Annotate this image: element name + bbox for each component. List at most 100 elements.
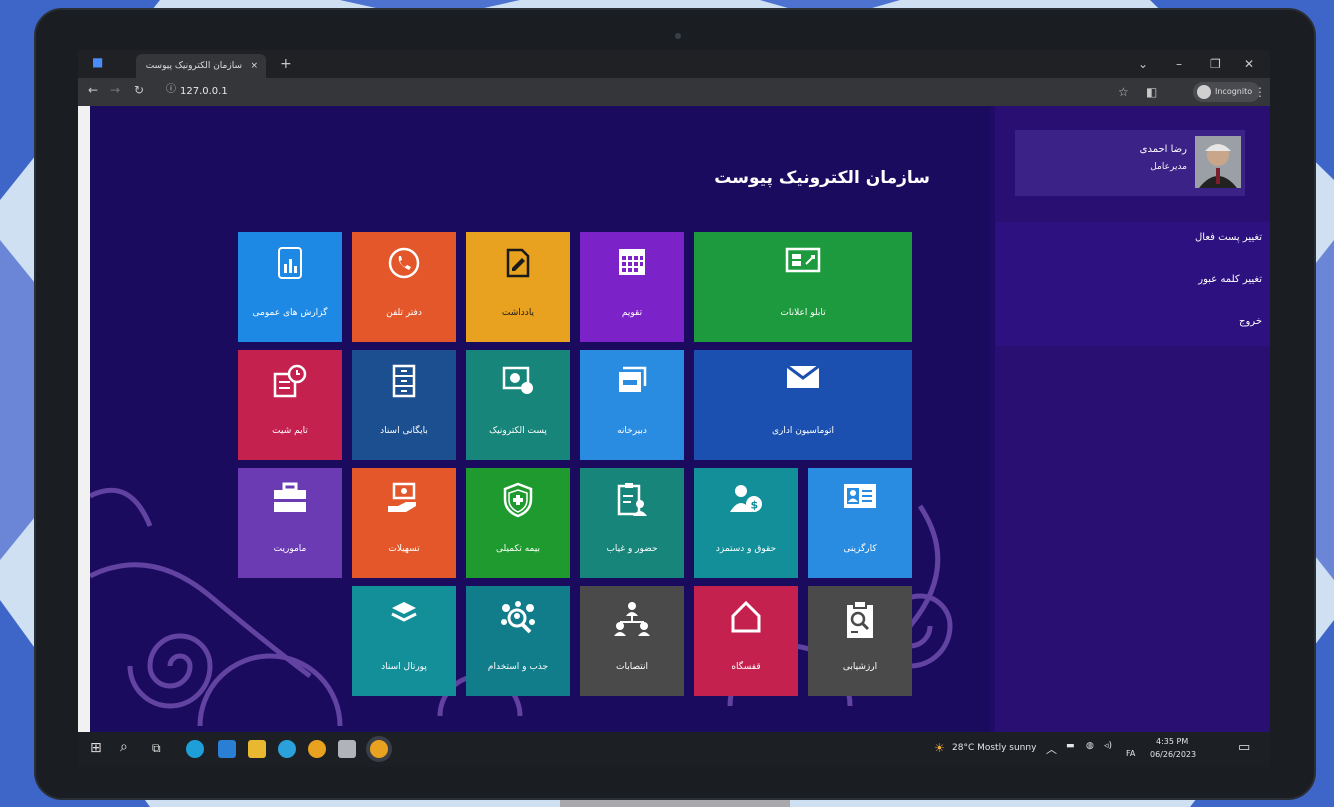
- tile-board[interactable]: تابلو اعلانات: [694, 232, 912, 342]
- phone-icon: [352, 246, 456, 280]
- task-view-icon[interactable]: ⧉: [152, 741, 161, 756]
- note-icon: [466, 246, 570, 280]
- tile-label: کارگزینی: [843, 544, 877, 554]
- notification-icon[interactable]: ▭: [1238, 740, 1250, 755]
- email-icon: [466, 364, 570, 398]
- tile-label: گزارش های عمومی: [252, 308, 328, 318]
- app-icon[interactable]: [338, 740, 356, 758]
- volume-icon[interactable]: ◃): [1104, 741, 1112, 751]
- sidepanel-icon[interactable]: ◧: [1146, 78, 1157, 106]
- star-icon[interactable]: ☆: [1118, 78, 1129, 106]
- tile-note[interactable]: یادداشت: [466, 232, 570, 342]
- tile-label: تایم شیت: [272, 426, 308, 436]
- tile-label: پست الکترونیک: [489, 426, 547, 436]
- tile-label: دفتر تلفن: [386, 308, 422, 318]
- tile-email[interactable]: پست الکترونیک: [466, 350, 570, 460]
- restore-icon[interactable]: ❐: [1210, 50, 1221, 78]
- page-title: سازمان الکترونیک پیوست: [714, 168, 930, 188]
- tile-archive[interactable]: بایگانی اسناد: [352, 350, 456, 460]
- sidebar-menu: تغییر پست فعال تغییر کلمه عبور خروج: [995, 222, 1270, 346]
- telegram-icon[interactable]: [278, 740, 296, 758]
- tab-close-icon[interactable]: ×: [250, 54, 258, 78]
- tile-label: تسهیلات: [388, 544, 420, 554]
- weather-icon: ☀: [934, 741, 945, 755]
- tile-secretariat[interactable]: دبیرخانه: [580, 350, 684, 460]
- menu-change-password[interactable]: تغییر کلمه عبور: [1198, 274, 1262, 285]
- tile-evaluation[interactable]: ارزشیابی: [808, 586, 912, 696]
- tile-label: ماموریت: [273, 544, 307, 554]
- edge-icon[interactable]: [186, 740, 204, 758]
- tile-label: تقویم: [621, 308, 643, 318]
- user-role: مدیرعامل: [1150, 162, 1187, 172]
- tile-org-chart[interactable]: انتصابات: [580, 586, 684, 696]
- tile-label: انتصابات: [616, 662, 648, 672]
- clock-time[interactable]: 4:35 PM: [1156, 737, 1188, 746]
- store-icon[interactable]: [218, 740, 236, 758]
- incognito-icon: [1197, 85, 1211, 99]
- tile-home[interactable]: قفسگاه: [694, 586, 798, 696]
- briefcase-icon: [238, 482, 342, 516]
- browser-tab-bar: ■ سازمان الکترونیک پیوست × + ⌄ – ❐ ✕: [78, 50, 1270, 78]
- chevron-down-icon[interactable]: ⌄: [1138, 50, 1148, 78]
- tray-chevron-icon[interactable]: ︿: [1046, 741, 1057, 757]
- tile-mail[interactable]: اتوماسیون اداری: [694, 350, 912, 460]
- clock-date[interactable]: 06/26/2023: [1150, 750, 1196, 759]
- weather-text[interactable]: 28°C Mostly sunny: [952, 743, 1036, 753]
- chrome-icon[interactable]: [308, 740, 326, 758]
- taskbar: ⊞ ⌕ ⧉ ☀ 28°C Mostly sunny ︿ ▬ ◍ ◃) FA 4:…: [78, 732, 1270, 767]
- layers-icon: [352, 600, 456, 634]
- network-icon[interactable]: ◍: [1086, 741, 1094, 751]
- close-icon[interactable]: ✕: [1244, 50, 1254, 78]
- tile-phone[interactable]: دفتر تلفن: [352, 232, 456, 342]
- tile-attendance[interactable]: حضور و غیاب: [580, 468, 684, 578]
- battery-icon[interactable]: ▬: [1066, 741, 1075, 751]
- tile-briefcase[interactable]: ماموریت: [238, 468, 342, 578]
- board-icon: [694, 246, 912, 280]
- tile-id-card[interactable]: کارگزینی: [808, 468, 912, 578]
- new-tab-button[interactable]: +: [280, 50, 292, 78]
- tile-salary[interactable]: $ حقوق و دستمزد: [694, 468, 798, 578]
- tile-label: بایگانی اسناد: [380, 426, 428, 436]
- calendar-icon: [580, 246, 684, 280]
- forward-icon[interactable]: →: [110, 76, 120, 104]
- user-profile-card[interactable]: رضا احمدی مدیرعامل: [1015, 130, 1245, 196]
- tile-report[interactable]: گزارش های عمومی: [238, 232, 342, 342]
- language-indicator[interactable]: FA: [1126, 749, 1135, 758]
- back-icon[interactable]: ←: [88, 76, 98, 104]
- scrollbar[interactable]: [78, 106, 90, 732]
- reload-icon[interactable]: ↻: [134, 76, 144, 104]
- money-hand-icon: [352, 482, 456, 516]
- menu-icon[interactable]: ⋮: [1254, 78, 1266, 106]
- url-field[interactable]: 127.0.0.1: [180, 81, 228, 103]
- attendance-icon: [580, 482, 684, 516]
- tile-label: حقوق و دستمزد: [715, 544, 777, 554]
- camera-icon: [675, 33, 681, 39]
- report-icon: [238, 246, 342, 280]
- chrome-active-icon[interactable]: [370, 740, 388, 758]
- shield-icon: [466, 482, 570, 518]
- archive-icon: [352, 364, 456, 398]
- windows-start-icon[interactable]: ⊞: [90, 740, 102, 756]
- menu-change-post[interactable]: تغییر پست فعال: [1195, 232, 1262, 243]
- tile-timesheet[interactable]: تایم شیت: [238, 350, 342, 460]
- salary-icon: $: [694, 482, 798, 516]
- tile-shield[interactable]: بیمه تکمیلی: [466, 468, 570, 578]
- tab-title: سازمان الکترونیک پیوست: [145, 61, 242, 71]
- tile-label: یادداشت: [501, 308, 535, 318]
- search-icon[interactable]: ⌕: [120, 739, 128, 755]
- browser-toolbar: ← → ↻ ⓘ: [78, 78, 1270, 106]
- recruit-icon: [466, 600, 570, 634]
- incognito-badge[interactable]: Incognito: [1193, 82, 1261, 102]
- file-explorer-icon[interactable]: [248, 740, 266, 758]
- tile-label: حضور و غیاب: [606, 544, 658, 554]
- minimize-icon[interactable]: –: [1176, 50, 1182, 78]
- chrome-app-icon: ■: [92, 55, 104, 69]
- browser-tab[interactable]: سازمان الکترونیک پیوست ×: [136, 54, 266, 78]
- tile-money-hand[interactable]: تسهیلات: [352, 468, 456, 578]
- menu-logout[interactable]: خروج: [1239, 316, 1262, 327]
- tile-layers[interactable]: پورتال اسناد: [352, 586, 456, 696]
- user-name: رضا احمدی: [1139, 144, 1187, 155]
- home-icon: [694, 600, 798, 634]
- tile-calendar[interactable]: تقویم: [580, 232, 684, 342]
- tile-recruit[interactable]: جذب و استخدام: [466, 586, 570, 696]
